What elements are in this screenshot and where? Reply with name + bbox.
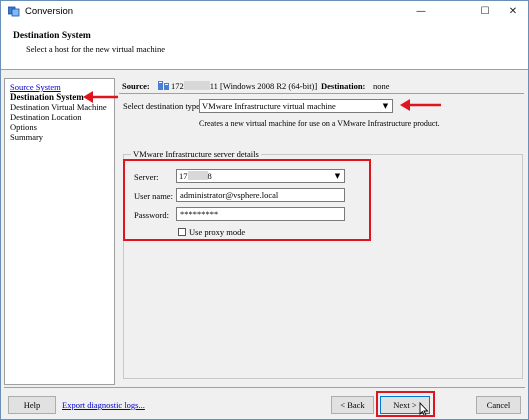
red-arrow-icon <box>83 91 118 103</box>
step-summary: Summary <box>10 132 44 142</box>
destination-type-description: Creates a new virtual machine for use on… <box>199 119 440 128</box>
username-field[interactable]: administrator@vsphere.local <box>176 188 345 202</box>
server-icon <box>158 81 169 90</box>
step-destination-location: Destination Location <box>10 112 82 122</box>
back-button[interactable]: < Back <box>331 396 374 414</box>
conversion-window: Conversion — ☐ ✕ Destination System Sele… <box>0 0 529 420</box>
maximize-button[interactable]: ☐ <box>470 3 500 21</box>
wizard-steps: Source System Destination System Destina… <box>4 78 115 385</box>
export-diagnostic-logs-link[interactable]: Export diagnostic logs... <box>62 400 145 410</box>
destination-type-label: Select destination type: <box>123 101 203 111</box>
step-destination-system: Destination System <box>10 92 84 102</box>
step-options: Options <box>10 122 37 132</box>
minimize-button[interactable]: — <box>406 3 436 21</box>
page-title: Destination System <box>13 31 91 41</box>
main-panel: Source: 172 11 [Windows 2008 R2 (64-bit)]… <box>119 78 524 383</box>
server-label: Server: <box>134 172 159 182</box>
mouse-pointer-icon <box>419 402 429 417</box>
destination-value: none <box>373 81 390 91</box>
step-source-system[interactable]: Source System <box>10 82 61 92</box>
destination-label: Destination: <box>321 81 366 91</box>
title-bar: Conversion — ☐ ✕ <box>1 1 528 23</box>
red-arrow-icon <box>400 99 441 111</box>
server-select[interactable]: 17 8 ▼ <box>176 169 345 183</box>
footer-divider <box>4 387 525 388</box>
destination-type-select[interactable]: VMware Infrastructure virtual machine ▼ <box>199 99 393 113</box>
password-label: Password: <box>134 210 169 220</box>
destination-type-value: VMware Infrastructure virtual machine <box>202 101 336 111</box>
source-label: Source: <box>122 81 150 91</box>
server-details-title: VMware Infrastructure server details <box>131 149 261 159</box>
proxy-mode-label: Use proxy mode <box>189 227 246 237</box>
source-value: 172 11 [Windows 2008 R2 (64-bit)] <box>171 81 318 91</box>
chevron-down-icon[interactable]: ▼ <box>380 101 391 111</box>
close-button[interactable]: ✕ <box>498 3 528 21</box>
help-button[interactable]: Help <box>8 396 56 414</box>
cancel-button[interactable]: Cancel <box>476 396 521 414</box>
wizard-header: Destination System Select a host for the… <box>1 23 528 70</box>
chevron-down-icon[interactable]: ▼ <box>332 171 343 181</box>
password-field[interactable]: ********* <box>176 207 345 221</box>
page-subtitle: Select a host for the new virtual machin… <box>26 44 166 54</box>
conversion-app-icon <box>8 6 20 17</box>
window-title: Conversion <box>25 6 74 17</box>
username-label: User name: <box>134 191 173 201</box>
proxy-mode-checkbox[interactable] <box>178 228 186 236</box>
summary-divider <box>119 93 524 94</box>
server-details-group: VMware Infrastructure server details Ser… <box>123 149 523 379</box>
